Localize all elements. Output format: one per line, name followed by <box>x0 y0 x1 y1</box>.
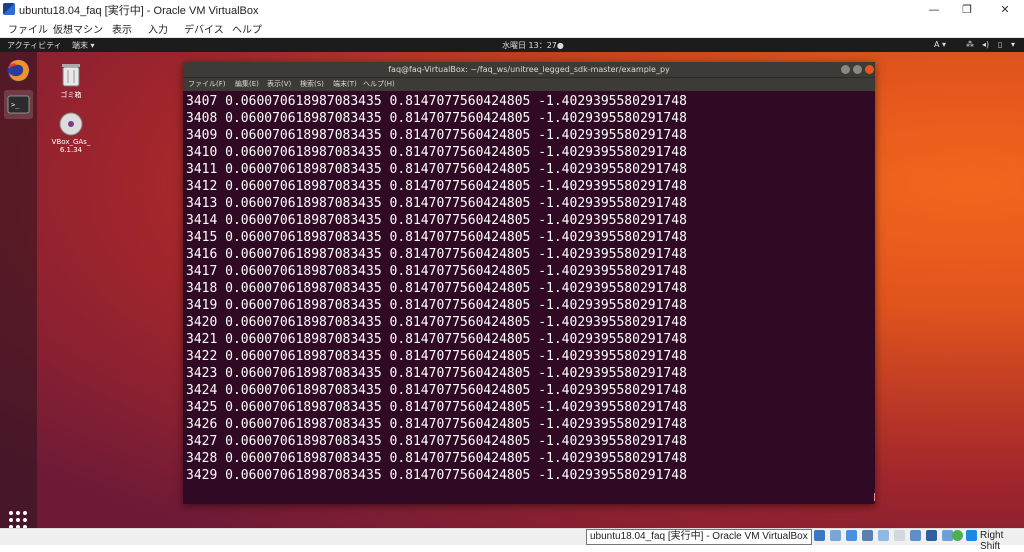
terminal-line: 3423 0.060070618987083435 0.814707756042… <box>186 366 687 381</box>
terminal-line: 3407 0.060070618987083435 0.814707756042… <box>186 94 687 109</box>
terminal-line: 3424 0.060070618987083435 0.814707756042… <box>186 383 687 398</box>
system-menu-icon[interactable]: ▾ <box>1011 40 1015 49</box>
terminal-line: 3408 0.060070618987083435 0.814707756042… <box>186 111 687 126</box>
terminal-menu-search[interactable]: 検索(S) <box>300 79 324 89</box>
host-key-label: Right Shift <box>980 530 1004 552</box>
terminal-title: faq@faq-VirtualBox: ~/faq_ws/unitree_leg… <box>388 65 670 74</box>
terminal-scroll-indicator <box>874 493 875 501</box>
activities-button[interactable]: アクティビティ <box>7 40 62 51</box>
close-button[interactable]: ✕ <box>988 0 1022 19</box>
terminal-line: 3412 0.060070618987083435 0.814707756042… <box>186 179 687 194</box>
input-method-indicator[interactable]: A ▾ <box>934 40 946 49</box>
shared-folders-icon[interactable] <box>894 530 905 541</box>
menu-machine[interactable]: 仮想マシン <box>53 21 103 36</box>
terminal-line: 3428 0.060070618987083435 0.814707756042… <box>186 451 687 466</box>
terminal-line: 3422 0.060070618987083435 0.814707756042… <box>186 349 687 364</box>
disc-icon <box>59 112 83 136</box>
usb-icon[interactable] <box>878 530 889 541</box>
terminal-title-bar[interactable]: faq@faq-VirtualBox: ~/faq_ws/unitree_leg… <box>183 62 875 77</box>
menu-file[interactable]: ファイル <box>8 21 48 36</box>
terminal-menu-help[interactable]: ヘルプ(H) <box>363 79 395 89</box>
show-applications-icon[interactable] <box>6 508 30 528</box>
optical-drive-icon[interactable] <box>830 530 841 541</box>
menu-input[interactable]: 入力 <box>148 21 168 36</box>
network-adapter-icon[interactable] <box>862 530 873 541</box>
gnome-top-bar: アクティビティ 端末 ▾ 水曜日 13：27● A ▾ ⁂ ◂) ▯ ▾ <box>0 38 1024 52</box>
hard-disk-icon[interactable] <box>814 530 825 541</box>
display-icon[interactable] <box>910 530 921 541</box>
menu-view[interactable]: 表示 <box>112 21 132 36</box>
desktop-item-label: VBox_GAs_ 6.1.34 <box>51 138 91 154</box>
terminal-line: 3409 0.060070618987083435 0.814707756042… <box>186 128 687 143</box>
menu-help[interactable]: ヘルプ <box>232 21 262 36</box>
terminal-line: 3419 0.060070618987083435 0.814707756042… <box>186 298 687 313</box>
app-menu[interactable]: 端末 ▾ <box>72 40 95 51</box>
terminal-menu-terminal[interactable]: 端末(T) <box>333 79 357 89</box>
video-capture-icon[interactable] <box>926 530 937 541</box>
terminal-line: 3425 0.060070618987083435 0.814707756042… <box>186 400 687 415</box>
desktop-item-vbox-gas[interactable]: VBox_GAs_ 6.1.34 <box>46 112 96 154</box>
clock[interactable]: 水曜日 13：27● <box>502 40 564 51</box>
terminal-menu-edit[interactable]: 編集(E) <box>235 79 259 89</box>
terminal-minimize-button[interactable] <box>841 65 850 74</box>
terminal-line: 3429 0.060070618987083435 0.814707756042… <box>186 468 687 483</box>
desktop-item-trash[interactable]: ゴミ箱 <box>46 62 96 100</box>
firefox-icon[interactable] <box>4 56 33 85</box>
terminal-maximize-button[interactable] <box>853 65 862 74</box>
mouse-integration-icon[interactable] <box>952 530 963 541</box>
vbox-menu-bar: ファイル 仮想マシン 表示 入力 デバイス ヘルプ <box>0 19 1024 38</box>
dock: >_ <box>0 52 37 528</box>
terminal-output[interactable]: 3407 0.060070618987083435 0.814707756042… <box>186 93 872 498</box>
window-title: ubuntu18.04_faq [実行中] - Oracle VM Virtua… <box>19 5 259 17</box>
svg-text:>_: >_ <box>11 101 20 109</box>
audio-icon[interactable] <box>846 530 857 541</box>
battery-icon[interactable]: ▯ <box>998 40 1002 49</box>
taskbar-tooltip: ubuntu18.04_faq [実行中] - Oracle VM Virtua… <box>586 529 812 545</box>
menu-devices[interactable]: デバイス <box>184 21 224 36</box>
terminal-menu-file[interactable]: ファイル(F) <box>188 79 226 89</box>
terminal-line: 3421 0.060070618987083435 0.814707756042… <box>186 332 687 347</box>
maximize-button[interactable]: ❐ <box>950 0 984 19</box>
terminal-window[interactable]: faq@faq-VirtualBox: ~/faq_ws/unitree_leg… <box>183 62 875 504</box>
network-icon[interactable]: ⁂ <box>966 40 974 49</box>
desktop-item-label: ゴミ箱 <box>60 91 82 99</box>
terminal-line: 3416 0.060070618987083435 0.814707756042… <box>186 247 687 262</box>
terminal-menu-bar: ファイル(F) 編集(E) 表示(V) 検索(S) 端末(T) ヘルプ(H) <box>183 77 875 91</box>
terminal-menu-view[interactable]: 表示(V) <box>267 79 291 89</box>
terminal-line: 3427 0.060070618987083435 0.814707756042… <box>186 434 687 449</box>
terminal-line: 3420 0.060070618987083435 0.814707756042… <box>186 315 687 330</box>
vbox-title-bar: ubuntu18.04_faq [実行中] - Oracle VM Virtua… <box>0 0 1024 19</box>
terminal-line: 3417 0.060070618987083435 0.814707756042… <box>186 264 687 279</box>
terminal-line: 3411 0.060070618987083435 0.814707756042… <box>186 162 687 177</box>
terminal-line: 3415 0.060070618987083435 0.814707756042… <box>186 230 687 245</box>
keyboard-icon[interactable] <box>966 530 977 541</box>
terminal-line: 3410 0.060070618987083435 0.814707756042… <box>186 145 687 160</box>
ubuntu-desktop: アクティビティ 端末 ▾ 水曜日 13：27● A ▾ ⁂ ◂) ▯ ▾ >_ <box>0 38 1024 528</box>
terminal-line: 3426 0.060070618987083435 0.814707756042… <box>186 417 687 432</box>
terminal-line: 3413 0.060070618987083435 0.814707756042… <box>186 196 687 211</box>
virtualbox-app-icon <box>3 3 15 15</box>
terminal-line: 3418 0.060070618987083435 0.814707756042… <box>186 281 687 296</box>
terminal-line: 3414 0.060070618987083435 0.814707756042… <box>186 213 687 228</box>
terminal-close-button[interactable] <box>865 65 874 74</box>
volume-icon[interactable]: ◂) <box>982 40 989 49</box>
terminal-dock-icon[interactable]: >_ <box>4 90 33 119</box>
trash-icon <box>62 64 80 87</box>
minimize-button[interactable]: — <box>917 0 951 19</box>
